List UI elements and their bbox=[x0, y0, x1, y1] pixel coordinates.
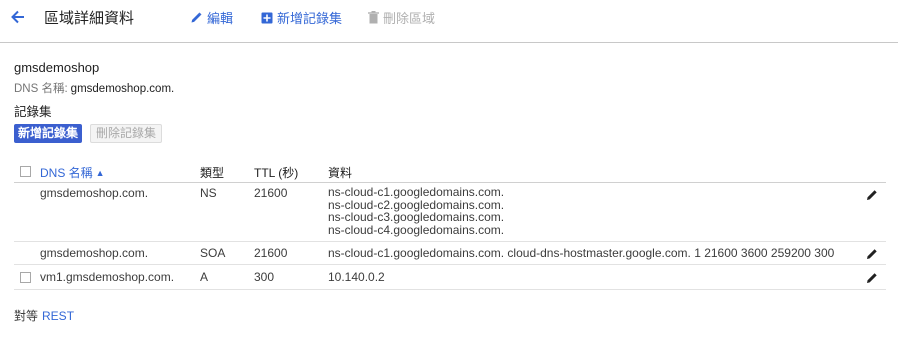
page-title: 區域詳細資料 bbox=[44, 10, 135, 27]
row-dns-name: vm1.gmsdemoshop.com. bbox=[40, 270, 175, 284]
pencil-icon bbox=[191, 12, 202, 23]
row-type: NS bbox=[200, 186, 217, 200]
pencil-icon bbox=[867, 190, 877, 200]
row-edit-button[interactable] bbox=[865, 247, 879, 261]
row-type: A bbox=[200, 270, 209, 284]
add-record-set-button[interactable]: 新增記錄集 bbox=[261, 8, 342, 27]
table-row: gmsdemoshop.com. NS 21600 ns-cloud-c1.go… bbox=[14, 183, 886, 242]
pencil-icon bbox=[867, 273, 877, 283]
dns-name-value: gmsdemoshop.com. bbox=[70, 83, 175, 95]
row-data: ns-cloud-c1.googledomains.com. cloud-dns… bbox=[328, 246, 835, 260]
row-data-line: ns-cloud-c3.googledomains.com. bbox=[328, 210, 505, 224]
row-dns-name: gmsdemoshop.com. bbox=[40, 246, 149, 260]
zone-name: gmsdemoshop bbox=[14, 60, 100, 75]
equivalent-rest-footer: 對等 REST bbox=[14, 307, 74, 324]
row-data: ns-cloud-c1.googledomains.com. ns-cloud-… bbox=[328, 186, 504, 236]
row-data-line: ns-cloud-c4.googledomains.com. bbox=[328, 222, 505, 237]
zone-dns-name: DNS 名稱: gmsdemoshop.com. bbox=[14, 80, 174, 96]
row-edit-button[interactable] bbox=[865, 188, 879, 202]
row-edit-button[interactable] bbox=[865, 271, 879, 285]
top-bar: 區域詳細資料 編輯 新增記錄集 刪除區域 bbox=[0, 0, 898, 43]
column-ttl: TTL (秒) bbox=[254, 166, 299, 180]
delete-zone-label: 刪除區域 bbox=[383, 11, 436, 26]
table-row: vm1.gmsdemoshop.com. A 300 10.140.0.2 bbox=[14, 265, 886, 290]
delete-record-set-button[interactable]: 刪除記錄集 bbox=[90, 124, 163, 143]
row-type: SOA bbox=[200, 246, 226, 260]
delete-zone-button[interactable]: 刪除區域 bbox=[368, 8, 435, 27]
column-dns-name[interactable]: DNS 名稱 ▲ bbox=[40, 164, 105, 181]
plus-box-icon bbox=[261, 12, 273, 23]
record-sets-title: 記錄集 bbox=[14, 105, 52, 119]
add-record-set-primary-button[interactable]: 新增記錄集 bbox=[14, 124, 83, 143]
back-button[interactable] bbox=[8, 7, 28, 27]
table-row: gmsdemoshop.com. SOA 21600 ns-cloud-c1.g… bbox=[14, 242, 886, 265]
pencil-icon bbox=[867, 249, 877, 259]
table-header: DNS 名稱 ▲ 類型 TTL (秒) 資料 bbox=[14, 160, 886, 183]
back-arrow-icon bbox=[11, 10, 24, 24]
row-data-line: ns-cloud-c1.googledomains.com. bbox=[328, 185, 505, 199]
edit-label: 編輯 bbox=[207, 11, 234, 26]
trash-icon bbox=[368, 11, 379, 24]
row-ttl: 21600 bbox=[254, 246, 288, 260]
footer-prefix: 對等 bbox=[14, 309, 39, 323]
column-data: 資料 bbox=[328, 166, 353, 180]
add-record-set-label: 新增記錄集 bbox=[277, 11, 343, 26]
column-dns-name-label: DNS 名稱 bbox=[40, 166, 93, 180]
row-ttl: 300 bbox=[254, 270, 275, 284]
edit-button[interactable]: 編輯 bbox=[190, 8, 233, 27]
column-type: 類型 bbox=[200, 166, 225, 180]
row-dns-name: gmsdemoshop.com. bbox=[40, 186, 149, 200]
dns-name-label: DNS 名稱: bbox=[14, 83, 68, 95]
rest-link[interactable]: REST bbox=[42, 309, 74, 323]
row-checkbox[interactable] bbox=[20, 272, 31, 283]
row-ttl: 21600 bbox=[254, 186, 288, 200]
sort-ascending-icon: ▲ bbox=[95, 168, 105, 178]
select-all-checkbox[interactable] bbox=[20, 166, 31, 177]
row-data: 10.140.0.2 bbox=[328, 270, 385, 284]
